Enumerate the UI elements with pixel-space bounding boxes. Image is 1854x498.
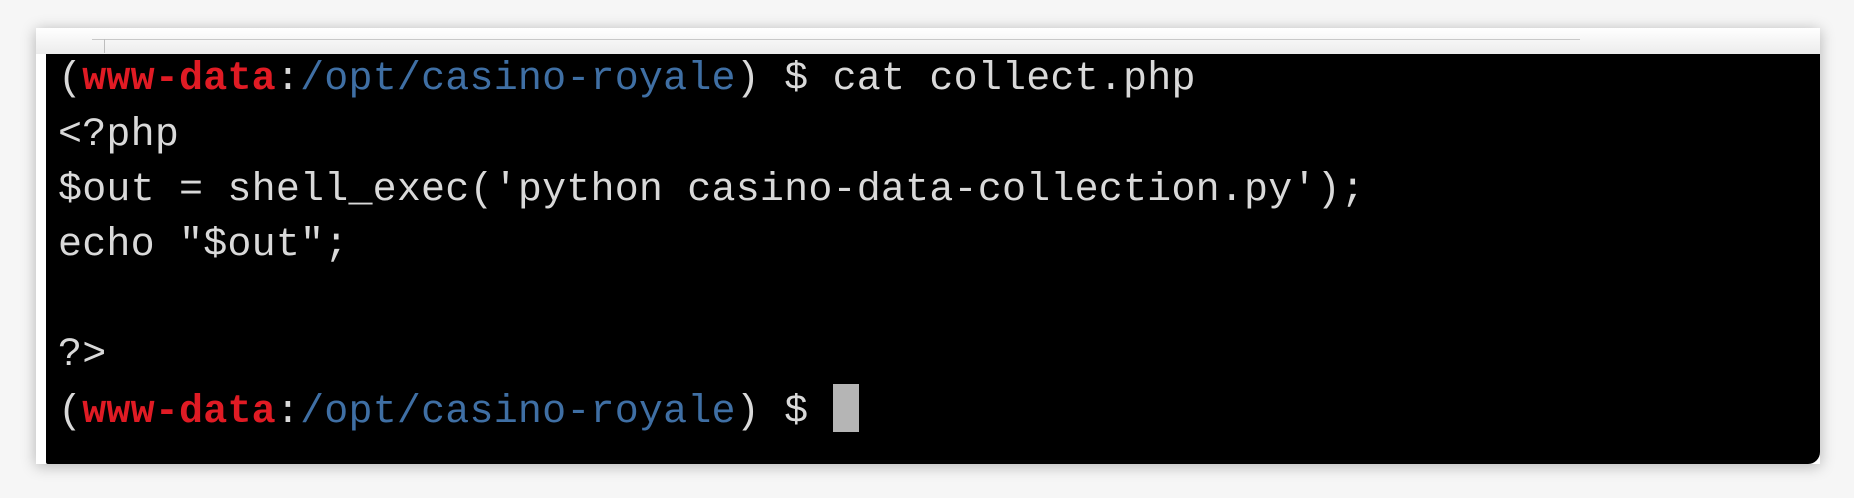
prompt-close-paren: ) — [735, 390, 760, 435]
output-line-5: ?> — [58, 333, 107, 378]
prompt-open-paren: ( — [58, 57, 83, 102]
output-line-3: echo "$out"; — [58, 223, 349, 268]
window-titlebar[interactable] — [36, 28, 1820, 54]
text-cursor[interactable] — [832, 384, 859, 432]
titlebar-tick — [104, 39, 105, 53]
command-line-2[interactable]: (www-data:/opt/casino-royale) $ — [58, 384, 859, 440]
titlebar-divider — [92, 39, 1580, 40]
command-text: cat collect.php — [832, 57, 1196, 102]
output-line-1: <?php — [58, 113, 180, 158]
prompt-open-paren: ( — [58, 390, 83, 435]
prompt-symbol: $ — [759, 390, 833, 435]
output-line-2: $out = shell_exec('python casino-data-co… — [58, 168, 1366, 213]
prompt-separator: : — [275, 390, 301, 435]
prompt-path: /opt/casino-royale — [300, 57, 736, 102]
command-line-1: (www-data:/opt/casino-royale) $ cat coll… — [58, 52, 1196, 108]
prompt-user: www-data — [82, 57, 276, 102]
prompt-symbol: $ — [759, 57, 833, 102]
prompt-close-paren: ) — [735, 57, 760, 102]
prompt-path: /opt/casino-royale — [300, 390, 736, 435]
prompt-separator: : — [275, 57, 301, 102]
prompt-user: www-data — [82, 390, 276, 435]
